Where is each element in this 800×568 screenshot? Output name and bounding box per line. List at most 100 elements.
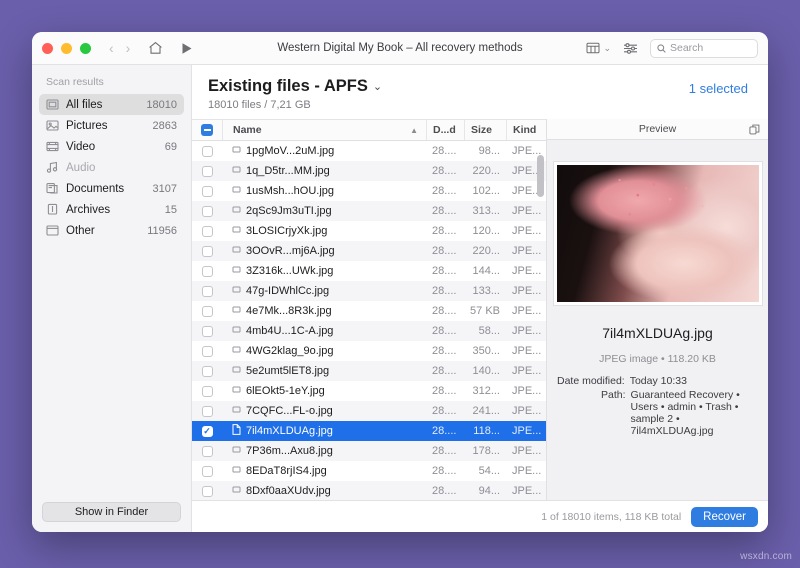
row-checkbox[interactable]: ✓ <box>192 425 222 437</box>
preview-metadata: Date modified: Today 10:33 Path: Guarant… <box>547 375 768 439</box>
row-checkbox[interactable] <box>192 165 222 177</box>
table-row[interactable]: 1pgMoV...2uM.jpg 28.... 98... JPE... <box>192 141 546 161</box>
sidebar-item-video[interactable]: Video 69 <box>39 136 184 157</box>
row-date: 28.... <box>432 245 457 257</box>
table-scrollbar[interactable] <box>537 145 544 496</box>
sidebar-item-all-files[interactable]: All files 18010 <box>39 94 184 115</box>
table-row[interactable]: 8EDaT8rjIS4.jpg 28.... 54... JPE... <box>192 461 546 481</box>
table-row[interactable]: 6lEOkt5-1eY.jpg 28.... 312... JPE... <box>192 381 546 401</box>
row-checkbox[interactable] <box>192 385 222 397</box>
row-checkbox[interactable] <box>192 205 222 217</box>
play-icon[interactable] <box>181 42 193 55</box>
file-icon <box>232 144 241 158</box>
row-checkbox[interactable] <box>192 445 222 457</box>
row-name-cell: 7CQFC...FL-o.jpg <box>222 404 426 418</box>
row-filename: 4e7Mk...8R3k.jpg <box>246 305 332 317</box>
table-row[interactable]: 8Dxf0aaXUdv.jpg 28.... 94... JPE... <box>192 481 546 500</box>
preview-image <box>553 162 762 305</box>
table-row[interactable]: 4e7Mk...8R3k.jpg 28.... 57 KB JPE... <box>192 301 546 321</box>
row-checkbox[interactable] <box>192 485 222 497</box>
forward-button[interactable]: › <box>126 41 131 55</box>
table-row[interactable]: 4WG2klag_9o.jpg 28.... 350... JPE... <box>192 341 546 361</box>
row-size: 140... <box>472 365 500 377</box>
row-filename: 7CQFC...FL-o.jpg <box>246 405 333 417</box>
table-row[interactable]: 1usMsh...hOU.jpg 28.... 102... JPE... <box>192 181 546 201</box>
row-checkbox[interactable] <box>192 265 222 277</box>
table-row[interactable]: ✓ 7il4mXLDUAg.jpg 28.... 118... JPE... <box>192 421 546 441</box>
row-checkbox[interactable] <box>192 405 222 417</box>
sidebar-item-documents[interactable]: Documents 3107 <box>39 178 184 199</box>
show-in-finder-button[interactable]: Show in Finder <box>42 502 181 522</box>
row-date: 28.... <box>432 225 457 237</box>
row-size: 241... <box>472 405 500 417</box>
row-name-cell: 4WG2klag_9o.jpg <box>222 344 426 358</box>
row-filename: 1q_D5tr...MM.jpg <box>246 165 330 177</box>
expand-icon[interactable] <box>749 124 760 135</box>
file-icon <box>232 224 241 238</box>
scrollbar-thumb[interactable] <box>537 155 544 197</box>
table-row[interactable]: 47g-IDWhlCc.jpg 28.... 133... JPE... <box>192 281 546 301</box>
row-date: 28.... <box>432 365 457 377</box>
row-date: 28.... <box>432 165 457 177</box>
row-filename: 7il4mXLDUAg.jpg <box>246 425 333 437</box>
table-row[interactable]: 7CQFC...FL-o.jpg 28.... 241... JPE... <box>192 401 546 421</box>
column-header-size[interactable]: Size <box>464 120 506 140</box>
row-checkbox[interactable] <box>192 285 222 297</box>
main-header-left: Existing files - APFS ⌄ 18010 files / 7,… <box>208 77 689 111</box>
table-row[interactable]: 3Z316k...UWk.jpg 28.... 144... JPE... <box>192 261 546 281</box>
row-checkbox[interactable] <box>192 245 222 257</box>
filter-icon[interactable] <box>623 42 638 55</box>
home-icon[interactable] <box>148 41 163 55</box>
row-date: 28.... <box>432 325 457 337</box>
view-mode-button[interactable]: ⌄ <box>586 42 611 54</box>
row-date: 28.... <box>432 445 457 457</box>
audio-icon <box>46 161 59 174</box>
sidebar-item-audio[interactable]: Audio <box>39 157 184 178</box>
row-checkbox[interactable] <box>192 465 222 477</box>
titlebar: ‹ › Western Digital My Book – All recove… <box>32 32 768 65</box>
row-name-cell: 4mb4U...1C-A.jpg <box>222 324 426 338</box>
row-checkbox[interactable] <box>192 185 222 197</box>
sidebar-list: All files 18010 Pictures 2863 Video 69 Audio Do… <box>32 94 191 241</box>
recover-button[interactable]: Recover <box>691 506 758 527</box>
table-row[interactable]: 5e2umt5lET8.jpg 28.... 140... JPE... <box>192 361 546 381</box>
sidebar-item-count: 69 <box>164 140 177 153</box>
table-row[interactable]: 3LOSICrjyXk.jpg 28.... 120... JPE... <box>192 221 546 241</box>
file-icon <box>232 344 241 358</box>
sidebar-item-archives[interactable]: Archives 15 <box>39 199 184 220</box>
row-date: 28.... <box>432 425 457 437</box>
row-checkbox[interactable] <box>192 145 222 157</box>
sidebar-item-other[interactable]: Other 11956 <box>39 220 184 241</box>
row-checkbox[interactable] <box>192 325 222 337</box>
preview-date-label: Date modified: <box>557 375 625 387</box>
file-icon <box>232 484 241 498</box>
back-button[interactable]: ‹ <box>109 41 114 55</box>
row-checkbox[interactable] <box>192 345 222 357</box>
table-row[interactable]: 3OOvR...mj6A.jpg 28.... 220... JPE... <box>192 241 546 261</box>
page-title[interactable]: Existing files - APFS ⌄ <box>208 77 689 96</box>
minimize-button[interactable] <box>61 42 72 54</box>
file-icon <box>232 304 241 318</box>
row-checkbox[interactable] <box>192 365 222 377</box>
sidebar-header: Scan results <box>46 76 104 88</box>
search-placeholder: Search <box>670 42 704 54</box>
zoom-button[interactable] <box>80 42 91 54</box>
sidebar-item-label: Pictures <box>66 119 108 132</box>
nav-buttons: ‹ › <box>109 41 130 55</box>
close-button[interactable] <box>42 42 53 54</box>
table-row[interactable]: 4mb4U...1C-A.jpg 28.... 58... JPE... <box>192 321 546 341</box>
table-row[interactable]: 7P36m...Axu8.jpg 28.... 178... JPE... <box>192 441 546 461</box>
table-header-row: Name ▲ D...d Size Kind <box>192 120 546 141</box>
row-name-cell: 3Z316k...UWk.jpg <box>222 264 426 278</box>
row-checkbox[interactable] <box>192 225 222 237</box>
row-size: 133... <box>472 285 500 297</box>
column-header-name[interactable]: Name ▲ <box>222 120 426 140</box>
column-header-date[interactable]: D...d <box>426 120 464 140</box>
table-row[interactable]: 1q_D5tr...MM.jpg 28.... 220... JPE... <box>192 161 546 181</box>
row-checkbox[interactable] <box>192 305 222 317</box>
table-row[interactable]: 2qSc9Jm3uTI.jpg 28.... 313... JPE... <box>192 201 546 221</box>
select-all-checkbox[interactable] <box>192 120 222 140</box>
sidebar-item-pictures[interactable]: Pictures 2863 <box>39 115 184 136</box>
column-header-kind[interactable]: Kind <box>506 120 546 140</box>
search-input[interactable]: Search <box>650 38 758 58</box>
